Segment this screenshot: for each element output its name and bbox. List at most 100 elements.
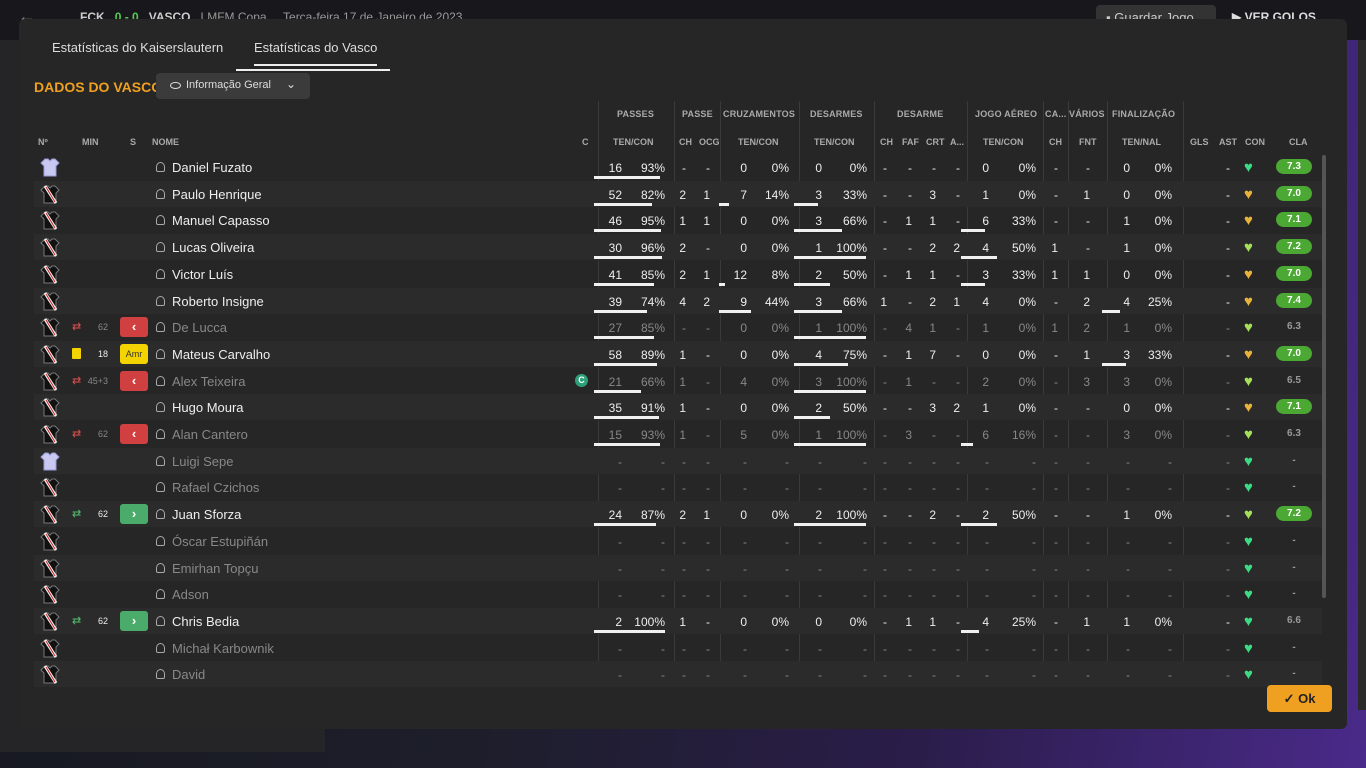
col-header-ast[interactable]: AST bbox=[1219, 137, 1237, 147]
desarme-ch: - bbox=[883, 454, 887, 469]
passes-attempts: - bbox=[618, 561, 622, 576]
table-row[interactable]: ⇄ 62 ‹ Alan Cantero 15 93% 1 - 5 0% 1 100% - 3 - - 6 16% -… bbox=[34, 421, 1322, 447]
player-name[interactable]: Hugo Moura bbox=[172, 400, 244, 415]
player-profile-icon bbox=[156, 509, 165, 520]
player-name[interactable]: Óscar Estupiñán bbox=[172, 534, 268, 549]
col-header-ca-ch[interactable]: CH bbox=[1049, 137, 1062, 147]
col-header-a[interactable]: A... bbox=[950, 137, 964, 147]
view-dropdown-label: Informação Geral bbox=[186, 79, 271, 91]
table-row[interactable]: ⇄ 62 › Juan Sforza 24 87% 2 1 0 0% 2 100% - -2-2 50% - -… bbox=[34, 501, 1322, 528]
desarme-faf: - bbox=[908, 534, 912, 549]
passe-ocg: 1 bbox=[703, 187, 710, 202]
page-scrollbar[interactable] bbox=[1358, 40, 1366, 710]
player-name[interactable]: Lucas Oliveira bbox=[172, 240, 254, 255]
col-header-gls[interactable]: GLS bbox=[1190, 137, 1209, 147]
table-row[interactable]: Hugo Moura 35 91% 1-0 0% 2 50% - -3 2 1 0% - -0 0% - ♥ 7.… bbox=[34, 394, 1322, 421]
player-name[interactable]: Michał Karbownik bbox=[172, 641, 274, 656]
view-dropdown[interactable]: Informação Geral ⌄ bbox=[156, 73, 310, 99]
table-row[interactable]: Daniel Fuzato 16 93% - -0 0% 0 0% - - - -0 0% - -0 0% - ♥… bbox=[34, 154, 1322, 180]
col-header-cla[interactable]: CLA bbox=[1289, 137, 1308, 147]
table-row[interactable]: Paulo Henrique 52 82% 2 1 7 14% 3 33% - - 3 - 1 0% - 1 0 0… bbox=[34, 180, 1322, 207]
team-shirt-icon bbox=[40, 584, 60, 605]
col-header-cruz-ten-con[interactable]: TEN/CON bbox=[738, 137, 779, 147]
tab-kaiserslautern[interactable]: Estatísticas do Kaiserslautern bbox=[52, 40, 223, 55]
col-header-des-ten-con[interactable]: TEN/CON bbox=[814, 137, 855, 147]
player-name[interactable]: Victor Luís bbox=[172, 267, 233, 282]
player-name[interactable]: Alan Cantero bbox=[172, 427, 248, 442]
col-header-faf[interactable]: FAF bbox=[902, 137, 919, 147]
col-header-fnt[interactable]: FNT bbox=[1079, 137, 1097, 147]
player-name[interactable]: Daniel Fuzato bbox=[172, 160, 252, 175]
player-name[interactable]: Juan Sforza bbox=[172, 507, 241, 522]
col-header-s[interactable]: S bbox=[130, 137, 136, 147]
player-name[interactable]: Rafael Czichos bbox=[172, 480, 259, 495]
rating-badge: 6.6 bbox=[1287, 614, 1301, 626]
ok-button[interactable]: ✓ Ok bbox=[1267, 685, 1332, 712]
table-row[interactable]: Rafael Czichos - - - - - - - - - - - - - - - - - - - ♥ - bbox=[34, 474, 1322, 500]
condition-heart-icon: ♥ bbox=[1244, 612, 1253, 630]
aerial-percent: 25% bbox=[1011, 614, 1036, 629]
col-header-passes-ten-con[interactable]: TEN/CON bbox=[613, 137, 654, 147]
col-header-ocg[interactable]: OCG bbox=[699, 137, 720, 147]
passes-bar bbox=[594, 523, 656, 527]
tab-vasco[interactable]: Estatísticas do Vasco bbox=[254, 40, 378, 66]
desarme-crt: - bbox=[932, 161, 936, 175]
table-row[interactable]: Manuel Capasso 46 95% 1 1 0 0% 3 66% - 1 1 - 6 33% - - 1 0… bbox=[34, 207, 1322, 233]
table-row[interactable]: Lucas Oliveira 30 96% 2 - 0 0% 1 100% - - 2 2 4 50% 1 - 1… bbox=[34, 234, 1322, 261]
player-name[interactable]: De Lucca bbox=[172, 320, 227, 335]
desarme-ch: - bbox=[883, 508, 887, 523]
tackles-attempts: - bbox=[818, 561, 822, 576]
shots-bar bbox=[1102, 362, 1126, 366]
player-profile-icon bbox=[156, 268, 165, 279]
col-header-fin-ten-nal[interactable]: TEN/NAL bbox=[1122, 137, 1161, 147]
team-shirt-icon bbox=[40, 611, 60, 631]
col-header-crt[interactable]: CRT bbox=[926, 137, 945, 147]
passes-attempts: - bbox=[618, 454, 622, 469]
col-header-ja-ten-con[interactable]: TEN/CON bbox=[983, 137, 1024, 147]
table-row[interactable]: ⇄ 62 › Chris Bedia 2 100% 1 - 0 0% 0 0% - 1 1 - 4 25% - 1 1 0… bbox=[34, 607, 1322, 634]
desarme-faf: 1 bbox=[905, 374, 912, 389]
col-header-number[interactable]: Nº bbox=[38, 137, 48, 147]
fnt: 2 bbox=[1083, 294, 1090, 309]
col-header-c[interactable]: C bbox=[582, 137, 589, 147]
player-name[interactable]: Adson bbox=[172, 587, 209, 602]
col-header-name[interactable]: NOME bbox=[152, 137, 179, 147]
aerial-attempts: - bbox=[985, 641, 989, 656]
player-profile-icon bbox=[156, 615, 165, 626]
aerial-percent: - bbox=[1032, 668, 1036, 683]
shots-percent: 0% bbox=[1154, 187, 1172, 202]
player-name[interactable]: Alex Teixeira bbox=[172, 374, 245, 389]
player-name[interactable]: David bbox=[172, 667, 205, 682]
table-scrollbar[interactable] bbox=[1322, 155, 1326, 598]
table-row[interactable]: Victor Luís 41 85% 2 1 12 8% 2 50% - 1 1 - 3 33% 1 1 0 0% -… bbox=[34, 261, 1322, 287]
player-name[interactable]: Luigi Sepe bbox=[172, 454, 233, 469]
table-row[interactable]: Emirhan Topçu - - - - - - - - - - - - - - - - - - - ♥ - bbox=[34, 554, 1322, 581]
player-name[interactable]: Manuel Capasso bbox=[172, 213, 270, 228]
table-row[interactable]: Luigi Sepe - - - - - - - - - - - - - - - - - - - ♥ - bbox=[34, 447, 1322, 474]
crosses-percent: 44% bbox=[764, 294, 789, 309]
table-row[interactable]: Roberto Insigne 39 74% 4 2 9 44% 3 66% 1 - 2 1 4 0% - 2 4… bbox=[34, 287, 1322, 314]
table-row[interactable]: ⇄ 45+3 ‹ Alex Teixeira C 21 66% 1 - 4 0% 3 100% - 1 - - 2… bbox=[34, 368, 1322, 394]
crosses-attempts: 0 bbox=[740, 214, 747, 229]
player-name[interactable]: Chris Bedia bbox=[172, 614, 239, 629]
player-name[interactable]: Mateus Carvalho bbox=[172, 347, 270, 362]
desarme-a: - bbox=[956, 214, 960, 229]
player-name[interactable]: Roberto Insigne bbox=[172, 294, 264, 309]
table-row[interactable]: 18 Amr Mateus Carvalho 58 89% 1 - 0 0% 4 75% - 1 7 - 0 0… bbox=[34, 340, 1322, 367]
ok-label: Ok bbox=[1298, 691, 1316, 706]
table-row[interactable]: David - - - - - - - - - - - - - - - - - - - ♥ - bbox=[34, 661, 1322, 688]
table-row[interactable]: Óscar Estupiñán - - - - - - - - - - - - - - - - - - - ♥ - bbox=[34, 528, 1322, 554]
group-header-passes: PASSES bbox=[617, 109, 655, 119]
col-header-desarme-ch[interactable]: CH bbox=[880, 137, 893, 147]
table-row[interactable]: ⇄ 62 ‹ De Lucca 27 85% - - 0 0% 1 100% - 4 1 - 1 0% 1 2 1 0% -… bbox=[34, 314, 1322, 340]
table-row[interactable]: Michał Karbownik - - - - - - - - - - - - - - - - - - - ♥ - bbox=[34, 635, 1322, 661]
player-name[interactable]: Emirhan Topçu bbox=[172, 561, 258, 576]
col-header-passe-ch[interactable]: CH bbox=[679, 137, 692, 147]
passes-percent: 100% bbox=[634, 614, 665, 629]
fnt: - bbox=[1086, 508, 1090, 523]
col-header-con[interactable]: CON bbox=[1245, 137, 1265, 147]
table-row[interactable]: Adson - - - - - - - - - - - - - - - - - - - ♥ - bbox=[34, 581, 1322, 607]
crosses-attempts: - bbox=[743, 481, 747, 496]
player-name[interactable]: Paulo Henrique bbox=[172, 187, 262, 202]
col-header-min[interactable]: MIN bbox=[82, 137, 99, 147]
